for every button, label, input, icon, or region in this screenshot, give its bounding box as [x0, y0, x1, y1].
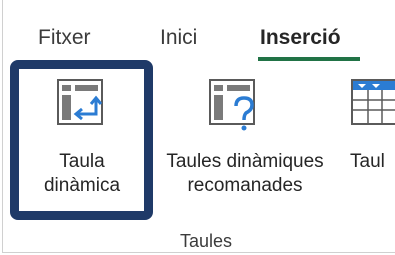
recommended-pivot-label-line2: recomanades	[187, 175, 303, 196]
pivot-table-label-line2: dinàmica	[43, 175, 121, 196]
recommended-pivot-label-line1: Taules dinàmiques	[166, 151, 324, 172]
recommended-pivot-table-icon	[209, 79, 255, 131]
table-button[interactable]: Taul	[348, 78, 395, 208]
table-icon	[351, 79, 395, 125]
table-label-line1: Taul	[350, 151, 385, 172]
tab-fitxer[interactable]: Fitxer	[38, 26, 91, 50]
tab-inici[interactable]: Inici	[160, 26, 197, 50]
active-tab-indicator	[258, 57, 360, 61]
pivot-table-button[interactable]: Taula dinàmica	[40, 78, 124, 208]
pivot-table-icon	[57, 79, 103, 125]
pivot-table-label-line1: Taula	[59, 151, 105, 172]
group-label-taules: Taules	[180, 231, 233, 251]
tab-insercio[interactable]: Inserció	[260, 26, 341, 50]
recommended-pivot-tables-button[interactable]: Taules dinàmiques recomanades	[152, 78, 338, 208]
